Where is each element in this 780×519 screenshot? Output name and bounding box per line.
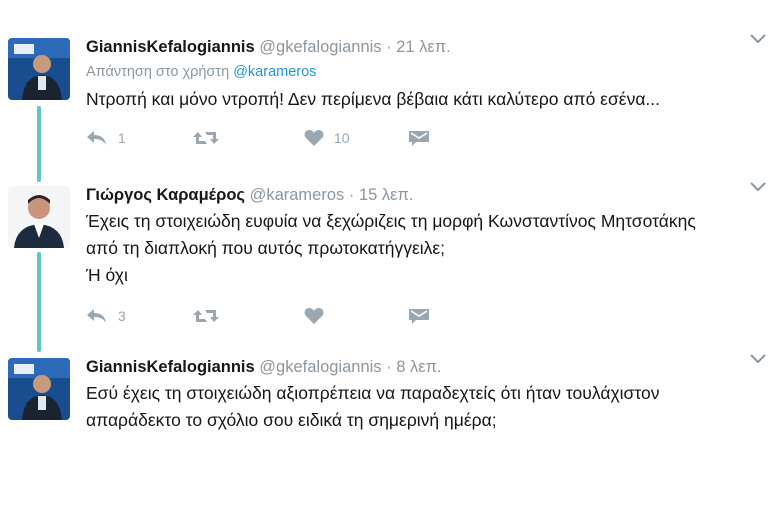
retweet-button[interactable]: [192, 307, 220, 325]
reply-icon: [87, 131, 106, 145]
tweet[interactable]: GiannisKefalogiannis @gkefalogiannis · 2…: [0, 30, 780, 180]
tweet-text-line: από τη διαπλοκή που αυτός πρωτοκατήγγειλ…: [86, 238, 446, 258]
timestamp[interactable]: 8 λεπ.: [396, 358, 441, 376]
direct-message-icon: [409, 131, 429, 146]
chevron-down-icon[interactable]: [750, 354, 766, 364]
heart-icon: [304, 130, 324, 146]
separator-dot: ·: [386, 38, 392, 56]
direct-message-button[interactable]: [408, 307, 430, 325]
reply-prefix: Απάντηση στο χρήστη: [86, 64, 230, 80]
tweet[interactable]: GiannisKefalogiannis @gkefalogiannis · 8…: [0, 350, 780, 470]
retweet-icon: [193, 310, 219, 322]
username[interactable]: @karameros: [250, 186, 345, 204]
tweet-header: GiannisKefalogiannis @gkefalogiannis · 2…: [86, 36, 750, 58]
tweet-text: Ντροπή και μόνο ντροπή! Δεν περίμενα βέβ…: [86, 86, 750, 113]
tweet-text: Εσύ έχεις τη στοιχειώδη αξιοπρέπεια να π…: [86, 380, 750, 434]
reply-count: 3: [118, 308, 126, 324]
reply-context: Απάντηση στο χρήστη @karameros: [86, 62, 750, 82]
avatar-image: [8, 358, 70, 420]
avatar[interactable]: [8, 186, 70, 248]
separator-dot: ·: [386, 358, 392, 376]
direct-message-button[interactable]: [408, 129, 430, 147]
tweet-actions: 3: [86, 307, 750, 331]
username[interactable]: @gkefalogiannis: [259, 38, 381, 56]
retweet-icon: [193, 132, 219, 144]
reply-button[interactable]: 3: [86, 307, 126, 325]
avatar-image: [8, 186, 70, 248]
chevron-down-icon[interactable]: [750, 34, 766, 44]
retweet-button[interactable]: [192, 129, 220, 147]
tweet-text-line: απαράδεκτο το σχόλιο σου ειδικά τη σημερ…: [86, 410, 497, 430]
timestamp[interactable]: 21 λεπ.: [396, 38, 451, 56]
tweet-text-line: Εσύ έχεις τη στοιχειώδη αξιοπρέπεια να π…: [86, 383, 660, 403]
separator-dot: ·: [348, 186, 355, 204]
like-button[interactable]: 10: [304, 129, 350, 147]
tweet[interactable]: Γιώργος Καραμέρος @karameros · 15 λεπ. Έ…: [0, 178, 780, 348]
tweet-header: Γιώργος Καραμέρος @karameros · 15 λεπ.: [86, 184, 750, 206]
tweet-text-line: Έχεις τη στοιχειώδη ευφυία να ξεχώριζεις…: [86, 211, 696, 231]
heart-icon: [304, 308, 324, 324]
timestamp[interactable]: 15 λεπ.: [359, 186, 414, 204]
tweet-actions: 1 10: [86, 129, 750, 153]
username[interactable]: @gkefalogiannis: [259, 358, 381, 376]
direct-message-icon: [409, 309, 429, 324]
like-count: 10: [334, 130, 350, 146]
reply-button[interactable]: 1: [86, 129, 126, 147]
tweet-header: GiannisKefalogiannis @gkefalogiannis · 8…: [86, 356, 750, 378]
avatar[interactable]: [8, 358, 70, 420]
reply-icon: [87, 309, 106, 323]
display-name[interactable]: Γιώργος Καραμέρος: [86, 186, 245, 204]
tweet-text-line: Ή όχι: [86, 265, 128, 285]
reply-count: 1: [118, 130, 126, 146]
reply-mention-link[interactable]: @karameros: [233, 64, 316, 80]
avatar[interactable]: [8, 38, 70, 100]
avatar-image: [8, 38, 70, 100]
tweet-text-line: Ντροπή και μόνο ντροπή! Δεν περίμενα βέβ…: [86, 89, 661, 109]
like-button[interactable]: [304, 307, 324, 325]
chevron-down-icon[interactable]: [750, 182, 766, 192]
display-name[interactable]: GiannisKefalogiannis: [86, 38, 255, 56]
display-name[interactable]: GiannisKefalogiannis: [86, 358, 255, 376]
tweet-text: Έχεις τη στοιχειώδη ευφυία να ξεχώριζεις…: [86, 208, 750, 289]
